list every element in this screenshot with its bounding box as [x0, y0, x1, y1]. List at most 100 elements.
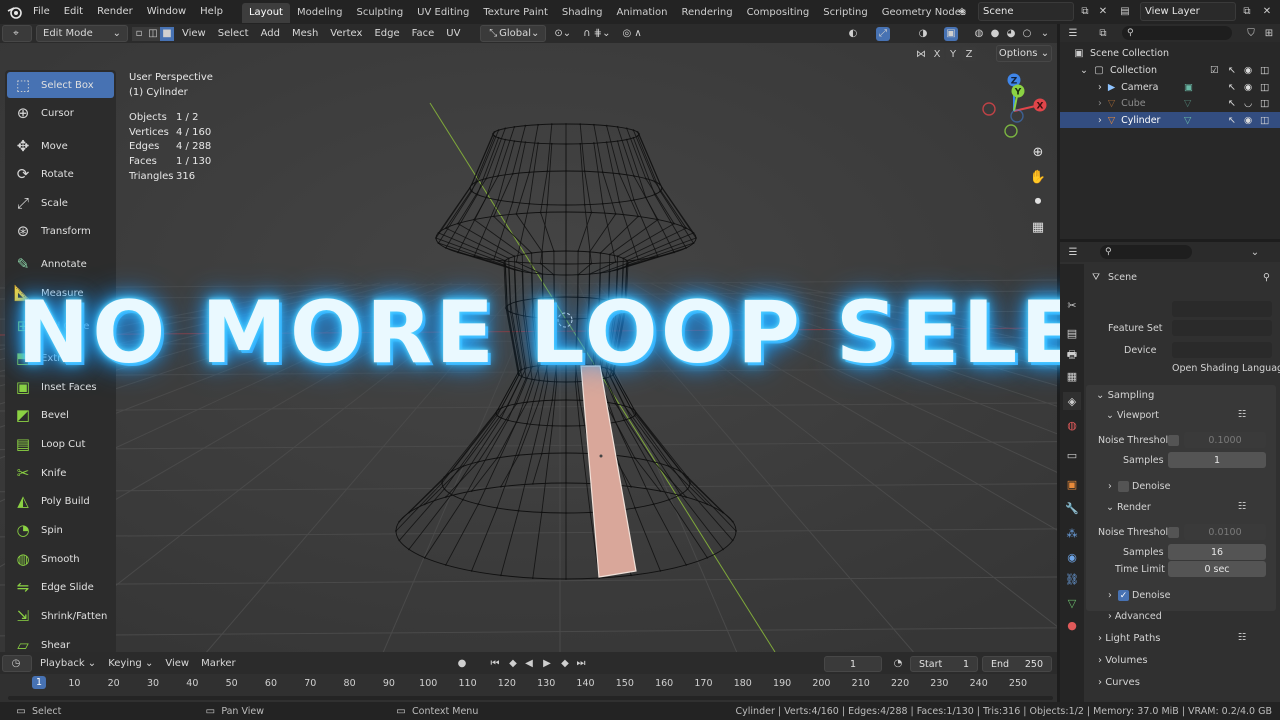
tool-knife[interactable]: ✂ Knife	[7, 460, 114, 486]
mirror-y-toggle[interactable]: Y	[946, 47, 960, 61]
select-arrow-icon[interactable]: ↖	[1228, 115, 1236, 126]
current-frame-field[interactable]: 1	[824, 656, 882, 672]
camera-render-icon[interactable]: ◫	[1260, 115, 1269, 126]
stopwatch-icon[interactable]: ◔	[891, 656, 905, 670]
physics-tab-icon[interactable]: ◉	[1063, 548, 1081, 566]
menu-add[interactable]: Add	[255, 25, 286, 42]
menu-render[interactable]: Render	[90, 0, 140, 24]
feature-set-dropdown[interactable]	[1172, 320, 1272, 336]
sampling-header[interactable]: ⌄ Sampling	[1096, 390, 1154, 401]
start-frame-field[interactable]: Start 1	[910, 656, 978, 672]
osl-checkbox-label[interactable]: Open Shading Language	[1172, 363, 1280, 374]
menu-face[interactable]: Face	[406, 25, 441, 42]
render-samples-field[interactable]: 16	[1168, 544, 1266, 560]
outliner-item-cylinder[interactable]: › ▽ Cylinder ▽ ↖ ◉ ◫	[1060, 112, 1280, 128]
view-layer-selector[interactable]: View Layer	[1140, 2, 1236, 21]
menu-view[interactable]: View	[176, 25, 212, 42]
play-icon[interactable]: ▶	[540, 656, 554, 670]
menu-edit[interactable]: Edit	[57, 0, 90, 24]
camera-render-icon[interactable]: ◫	[1260, 98, 1269, 109]
display-mode-icon[interactable]: ⧉	[1096, 26, 1110, 40]
mirror-z-toggle[interactable]: Z	[962, 47, 976, 61]
scene-selector[interactable]: Scene	[978, 2, 1074, 21]
tool-annotate[interactable]: ✎ Annotate	[7, 251, 114, 277]
scene-tab-icon[interactable]: ◈	[1063, 392, 1081, 410]
pivot-icon[interactable]: ⊙⌄	[548, 25, 577, 42]
menu-edge[interactable]: Edge	[368, 25, 405, 42]
tool-bevel[interactable]: ◩ Bevel	[7, 402, 114, 428]
new-scene-icon[interactable]: ⧉	[1078, 4, 1092, 18]
timeline-playback-menu[interactable]: Playback ⌄	[34, 655, 102, 672]
viewport-subheader[interactable]: ⌄ Viewport	[1106, 410, 1159, 421]
list-icon[interactable]: ☷	[1238, 409, 1247, 420]
menu-help[interactable]: Help	[193, 0, 230, 24]
solid-shading-icon[interactable]: ●	[988, 27, 1002, 41]
expand-arrow-icon[interactable]: ›	[1108, 481, 1112, 492]
tool-scale[interactable]: ⤢ Scale	[7, 190, 114, 216]
mode-selector[interactable]: Edit Mode ⌄	[36, 25, 128, 42]
delete-scene-icon[interactable]: ✕	[1096, 4, 1110, 18]
outliner-collection[interactable]: ⌄ ▢ Collection ☑ ↖ ◉ ◫	[1060, 62, 1280, 78]
tool-tab-icon[interactable]: ✂	[1063, 296, 1081, 314]
material-tab-icon[interactable]: ●	[1063, 616, 1081, 634]
time-limit-field[interactable]: 0 sec	[1168, 561, 1266, 577]
curves-header[interactable]: › Curves	[1098, 677, 1140, 688]
mirror-x-toggle[interactable]: X	[930, 47, 944, 61]
tool-move[interactable]: ✥ Move	[7, 133, 114, 159]
visibility-icon[interactable]: ◐	[846, 27, 860, 41]
record-icon[interactable]: ●	[455, 656, 469, 670]
list-icon[interactable]: ☷	[1238, 501, 1247, 512]
tab-compositing[interactable]: Compositing	[740, 3, 817, 23]
gizmo-toggle-icon[interactable]: ⤢	[876, 26, 890, 41]
play-reverse-icon[interactable]: ◀	[522, 656, 536, 670]
outliner-scene-collection[interactable]: ▣ Scene Collection	[1060, 45, 1280, 61]
next-keyframe-icon[interactable]: ◆	[558, 656, 572, 670]
tab-shading[interactable]: Shading	[555, 3, 610, 23]
xray-toggle-icon[interactable]: ▣	[944, 26, 958, 41]
tool-spin[interactable]: ◔ Spin	[7, 517, 114, 543]
eye-icon[interactable]: ◉	[1244, 115, 1252, 126]
volumes-header[interactable]: › Volumes	[1098, 655, 1148, 666]
output-tab-icon[interactable]: 🖶	[1063, 346, 1081, 364]
delete-view-layer-icon[interactable]: ✕	[1260, 4, 1274, 18]
tool-poly-build[interactable]: ◭ Poly Build	[7, 488, 114, 514]
editor-type-button[interactable]: ⌖	[2, 25, 32, 42]
render-noise-field[interactable]: 0.0100	[1184, 524, 1266, 540]
outliner-editor-icon[interactable]: ☰	[1066, 26, 1080, 40]
new-view-layer-icon[interactable]: ⧉	[1240, 4, 1254, 18]
prev-keyframe-icon[interactable]: ◆	[506, 656, 520, 670]
tool-transform[interactable]: ⊛ Transform	[7, 218, 114, 244]
view-layer-tab-icon[interactable]: ▦	[1063, 367, 1081, 385]
menu-vertex[interactable]: Vertex	[324, 25, 368, 42]
tab-animation[interactable]: Animation	[610, 3, 675, 23]
shading-options-icon[interactable]: ⌄	[1038, 27, 1052, 41]
collection-tab-icon[interactable]: ▭	[1063, 446, 1081, 464]
jump-end-icon[interactable]: ⏭	[574, 656, 588, 670]
checkbox-icon[interactable]: ☑	[1210, 65, 1219, 76]
pin-icon[interactable]: ⚲	[1263, 272, 1270, 283]
expand-arrow-icon[interactable]: ›	[1098, 115, 1102, 126]
expand-arrow-icon[interactable]: ›	[1098, 82, 1102, 93]
camera-render-icon[interactable]: ◫	[1260, 65, 1269, 76]
face-select-icon[interactable]: ■	[160, 26, 174, 41]
camera-render-icon[interactable]: ◫	[1260, 82, 1269, 93]
navigation-gizmo[interactable]: Z Y X	[978, 71, 1050, 149]
vertex-select-icon[interactable]: ▫	[132, 26, 146, 41]
overlay-toggle-icon[interactable]: ◑	[916, 27, 930, 41]
tool-cursor[interactable]: ⊕ Cursor	[7, 100, 114, 126]
select-arrow-icon[interactable]: ↖	[1228, 82, 1236, 93]
eye-icon[interactable]: ◉	[1244, 82, 1252, 93]
tool-select-box[interactable]: ⬚ Select Box	[7, 72, 114, 98]
camera-view-icon[interactable]: ⏺	[1026, 189, 1050, 213]
timeline-keying-menu[interactable]: Keying ⌄	[102, 655, 159, 672]
advanced-subheader[interactable]: › Advanced	[1108, 611, 1162, 622]
end-frame-field[interactable]: End 250	[982, 656, 1052, 672]
viewport-denoise-checkbox[interactable]	[1118, 481, 1129, 492]
tool-edge-slide[interactable]: ⇋ Edge Slide	[7, 574, 114, 600]
collapse-arrow-icon[interactable]: ⌄	[1080, 65, 1088, 76]
tab-rendering[interactable]: Rendering	[674, 3, 739, 23]
tab-modeling[interactable]: Modeling	[290, 3, 350, 23]
menu-mesh[interactable]: Mesh	[286, 25, 324, 42]
render-tab-icon[interactable]: ▤	[1063, 324, 1081, 342]
pan-hand-icon[interactable]: ✋	[1026, 165, 1050, 189]
